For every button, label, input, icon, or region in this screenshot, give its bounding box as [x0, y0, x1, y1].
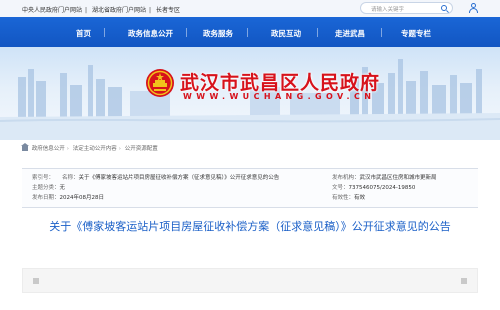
top-utility-bar: 中央人民政府门户网站 | 湖北省政府门户网站 | 长者专区 请输入关键字	[0, 0, 500, 17]
article-title: 关于《傅家坡客运站片项目房屋征收补偿方案（征求意见稿）》公开征求意见的公告	[49, 220, 451, 233]
link-elderly-zone[interactable]: 长者专区	[156, 7, 180, 14]
site-title: 武汉市武昌区人民政府	[180, 72, 381, 94]
site-url: WWW.WUCHANG.GOV.CN	[183, 92, 376, 101]
search-placeholder: 请输入关键字	[371, 7, 405, 13]
meta-value-org: 武汉市武昌区住房和城市更新局	[359, 175, 437, 181]
nav-item-interaction[interactable]: 政民互动	[271, 28, 301, 39]
breadcrumb: 政府信息公开 › 法定主动公开内容 › 公开资源配置	[21, 143, 158, 152]
nav-item-services[interactable]: 政务服务	[203, 28, 233, 39]
reading-toolbar	[22, 268, 478, 293]
meta-label-subject: 主题分类：	[32, 185, 60, 191]
meta-label-docno: 文号：	[332, 185, 349, 191]
home-icon	[21, 143, 29, 151]
meta-label-validity: 有效性：	[332, 195, 355, 201]
print-icon[interactable]	[461, 278, 467, 284]
meta-value-subject: 无	[59, 185, 66, 191]
meta-value-docno: 737546075/2024-19850	[348, 185, 416, 191]
breadcrumb-item[interactable]: 公开资源配置	[125, 146, 158, 152]
meta-label-org: 发布机构：	[332, 175, 360, 181]
link-central-gov[interactable]: 中央人民政府门户网站	[22, 7, 82, 14]
separator: |	[148, 7, 152, 14]
meta-label-pubdate: 发布日期：	[32, 195, 60, 201]
national-emblem-icon	[146, 69, 174, 97]
chevron-right-icon: ›	[66, 146, 69, 152]
nav-item-gov-info[interactable]: 政务信息公开	[128, 28, 173, 39]
external-links: 中央人民政府门户网站 | 湖北省政府门户网站 | 长者专区	[22, 5, 183, 14]
meta-value-pubdate: 2024年08月28日	[59, 195, 105, 201]
nav-item-home[interactable]: 首页	[76, 28, 91, 39]
meta-label-title: 名称：	[62, 175, 79, 181]
link-hubei-gov[interactable]: 湖北省政府门户网站	[92, 7, 146, 14]
meta-label-index: 索引号：	[32, 175, 55, 181]
breadcrumb-item[interactable]: 法定主动公开内容	[73, 146, 117, 152]
meta-value-title: 关于《傅家坡客运站片项目房屋征收补偿方案（征求意见稿）》公开征求意见的公告	[78, 175, 280, 181]
main-nav: 首页 政务信息公开 政务服务 政民互动 走进武昌 专题专栏	[0, 17, 500, 47]
breadcrumb-item[interactable]: 政府信息公开	[32, 146, 65, 152]
search-input[interactable]: 请输入关键字	[360, 2, 453, 14]
user-icon[interactable]	[468, 3, 479, 14]
chevron-right-icon: ›	[118, 146, 121, 152]
meta-value-validity: 有效	[354, 195, 366, 201]
search-icon[interactable]	[441, 5, 447, 11]
nav-item-about-wuchang[interactable]: 走进武昌	[335, 28, 365, 39]
font-size-icon[interactable]	[33, 278, 39, 284]
separator: |	[85, 7, 88, 14]
document-meta-table: 索引号： 名称：关于《傅家坡客运站片项目房屋征收补偿方案（征求意见稿）》公开征求…	[22, 168, 478, 208]
nav-item-topics[interactable]: 专题专栏	[401, 28, 431, 39]
